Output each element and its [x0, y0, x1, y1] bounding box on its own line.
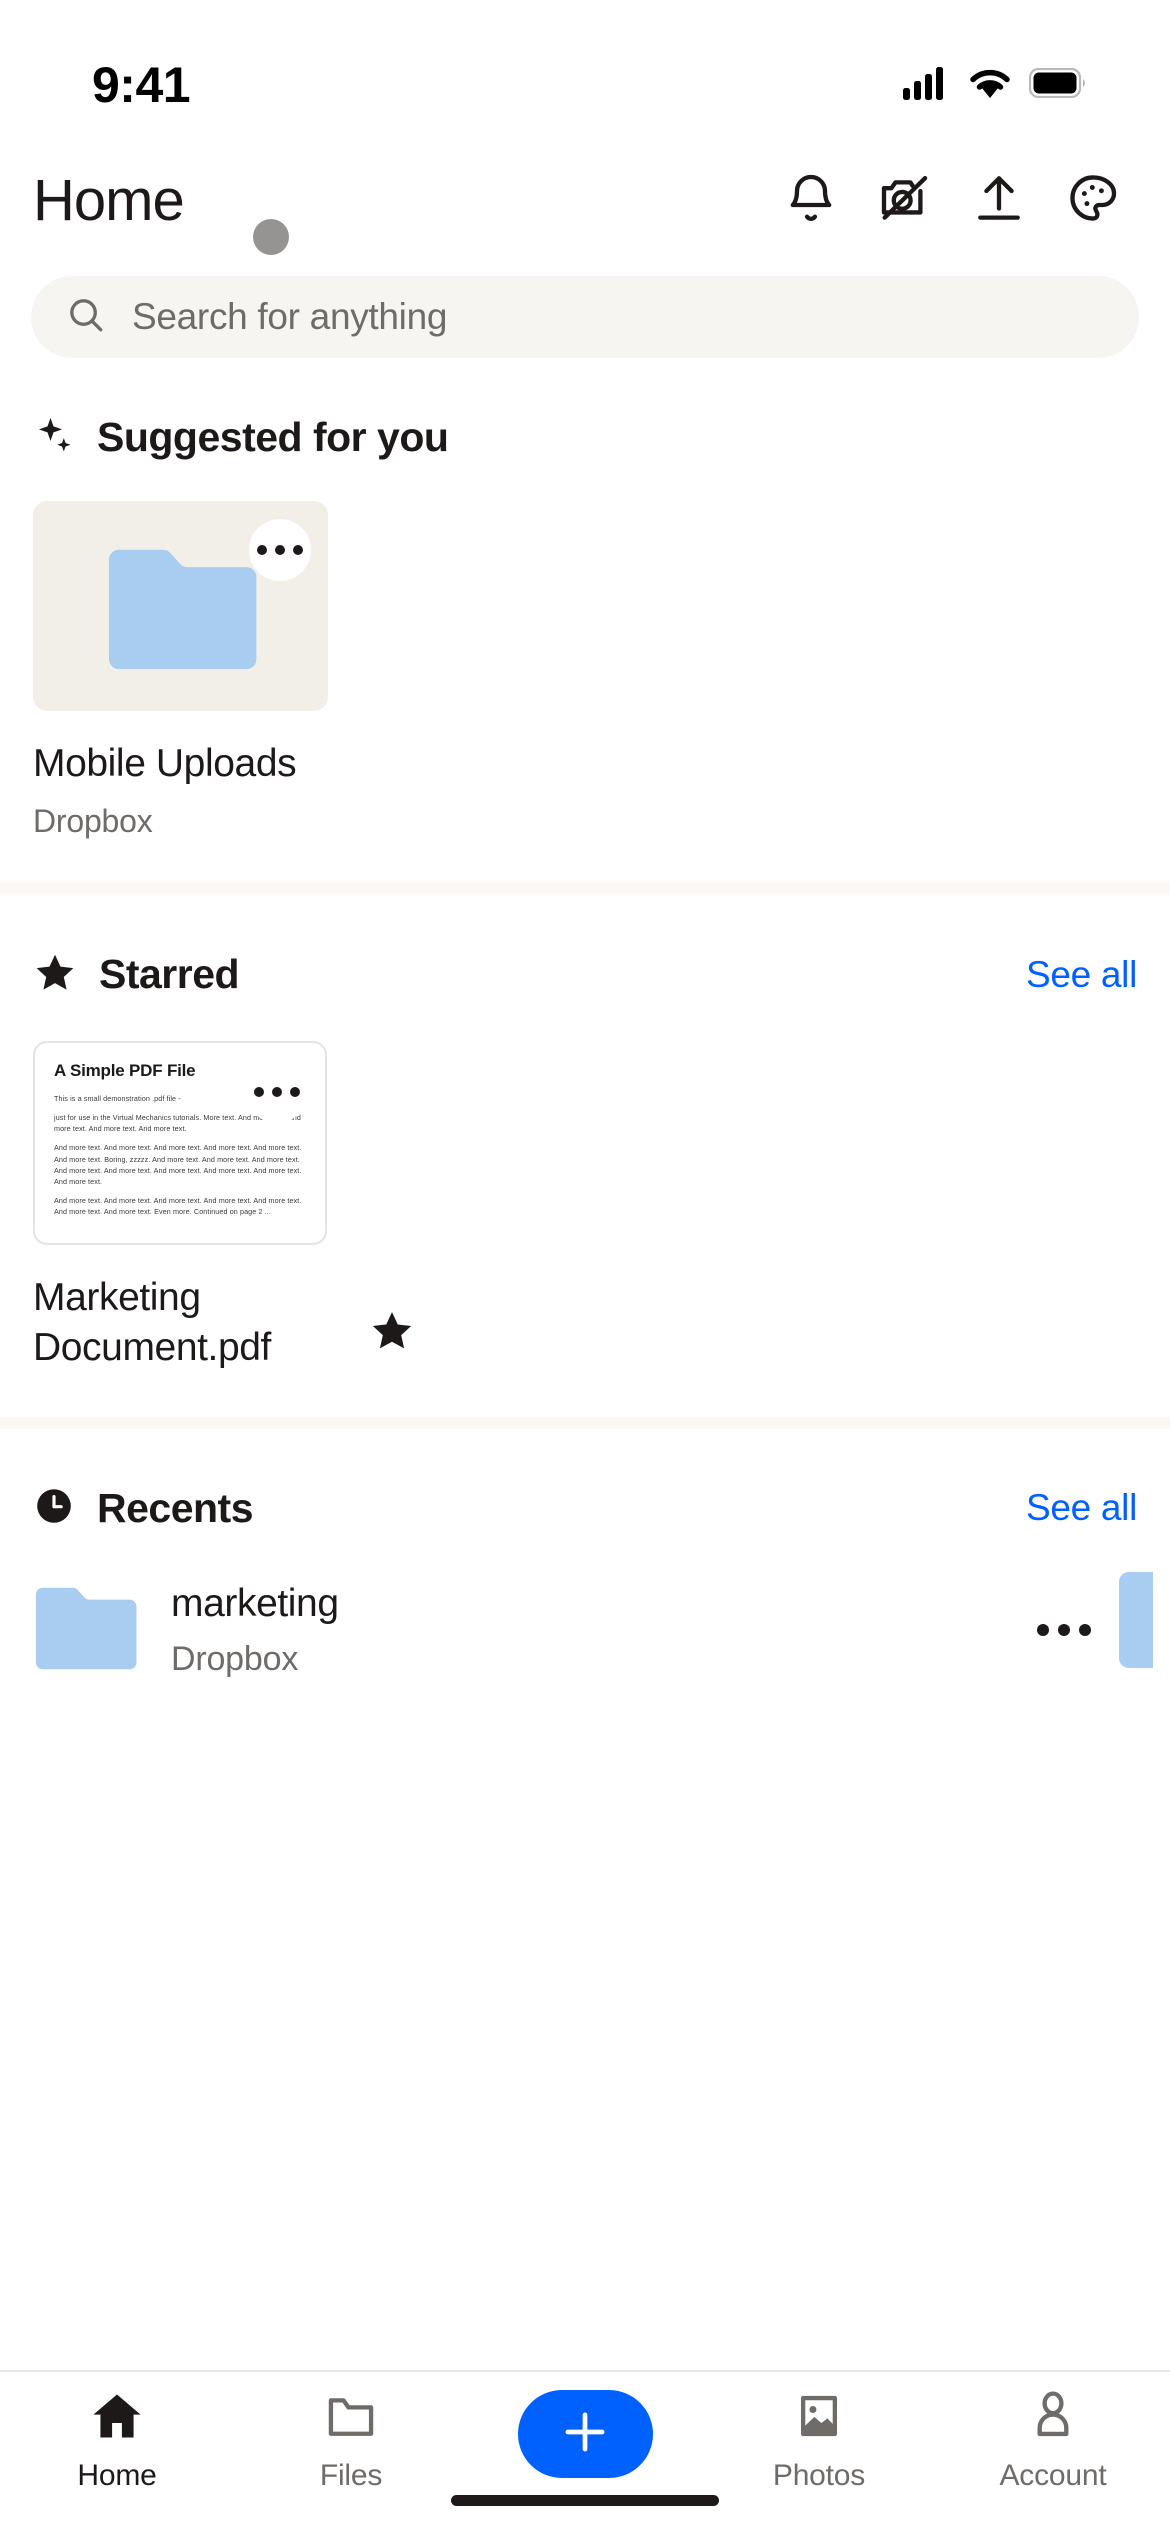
recent-overflow-menu-button[interactable]	[1029, 1595, 1099, 1665]
status-bar-time: 9:41	[92, 57, 191, 113]
starred-card[interactable]: A Simple PDF File This is a small demons…	[33, 1041, 1137, 1373]
overflow-menu-icon	[254, 1087, 264, 1097]
app-header: Home	[0, 152, 1170, 248]
list-item[interactable]: marketing Dropbox	[33, 1566, 1153, 1695]
suggested-items: Mobile Uploads Dropbox	[33, 461, 1137, 882]
home-icon	[89, 2388, 145, 2449]
plus-icon	[558, 2405, 612, 2464]
camera-upload-off-icon	[877, 170, 933, 231]
starred-see-all-link[interactable]: See all	[1026, 954, 1137, 996]
recent-item-source: Dropbox	[171, 1639, 299, 1678]
create-fab[interactable]	[468, 2388, 702, 2488]
starred-header: Starred See all	[33, 894, 1137, 999]
starred-overflow-menu-button[interactable]	[246, 1061, 308, 1123]
header-actions	[780, 169, 1124, 231]
wifi-icon	[968, 66, 1012, 104]
tab-files-label: Files	[319, 2459, 383, 2492]
bottom-tab-bar: Home Files Photos Account	[0, 2370, 1170, 2532]
create-fab-button[interactable]	[517, 2390, 653, 2478]
tab-files[interactable]: Files	[234, 2388, 468, 2493]
tab-photos-label: Photos	[772, 2459, 866, 2492]
clock-icon	[33, 1485, 75, 1532]
suggested-title: Suggested for you	[97, 414, 449, 460]
starred-section: Starred See all A Simple PDF File This i…	[0, 894, 1170, 1417]
folder-icon	[323, 2388, 379, 2449]
overflow-menu-icon	[1079, 1624, 1091, 1637]
suggested-thumbnail[interactable]	[33, 501, 328, 711]
recents-items: marketing Dropbox	[33, 1532, 1153, 1695]
section-divider	[0, 1416, 1170, 1429]
palette-icon	[1065, 170, 1121, 231]
photos-icon	[791, 2388, 847, 2449]
notifications-button[interactable]	[780, 169, 842, 231]
camera-upload-button[interactable]	[874, 169, 936, 231]
status-bar: 9:41	[0, 0, 1170, 152]
pdf-preview-paragraph: And more text. And more text. And more t…	[54, 1196, 302, 1217]
overflow-menu-icon	[1037, 1624, 1049, 1637]
recents-header: Recents See all	[33, 1429, 1137, 1532]
overflow-menu-icon	[1058, 1624, 1070, 1637]
suggested-card[interactable]: Mobile Uploads Dropbox	[33, 501, 1137, 840]
pdf-preview-paragraph: And more text. And more text. And more t…	[54, 1143, 302, 1186]
search-section: Search for anything	[0, 248, 1170, 358]
cellular-signal-icon	[903, 66, 951, 105]
starred-item-name: Marketing Document.pdf	[33, 1276, 271, 1369]
person-icon	[1025, 2388, 1081, 2449]
battery-icon	[1028, 67, 1086, 103]
search-placeholder: Search for anything	[132, 296, 448, 337]
overflow-menu-icon	[275, 545, 285, 555]
suggested-overflow-menu-button[interactable]	[249, 519, 311, 581]
tab-photos[interactable]: Photos	[702, 2388, 936, 2493]
tab-home-label: Home	[77, 2459, 157, 2492]
recent-item-thumbnail	[33, 1585, 171, 1676]
star-filled-icon	[369, 1307, 415, 1358]
upload-icon	[971, 170, 1027, 231]
recents-title: Recents	[97, 1484, 254, 1531]
suggested-item-source: Dropbox	[33, 803, 153, 839]
starred-title: Starred	[99, 951, 240, 997]
overflow-menu-icon	[293, 545, 303, 555]
notifications-icon	[783, 170, 839, 231]
overflow-menu-icon	[290, 1087, 300, 1097]
swipe-action-peek[interactable]	[1119, 1571, 1153, 1668]
search-input[interactable]: Search for anything	[31, 276, 1139, 358]
overflow-menu-icon	[257, 545, 267, 555]
suggested-section: Suggested for you Mobile Uploads Dropbox	[0, 358, 1170, 882]
section-divider	[0, 882, 1170, 894]
starred-items: A Simple PDF File This is a small demons…	[33, 999, 1137, 1417]
home-indicator	[451, 2495, 719, 2506]
theme-button[interactable]	[1062, 169, 1124, 231]
recents-see-all-link[interactable]: See all	[1026, 1487, 1137, 1529]
status-bar-indicators	[903, 66, 1086, 105]
folder-icon	[33, 1585, 137, 1676]
page-title: Home	[33, 167, 185, 233]
starred-thumbnail[interactable]: A Simple PDF File This is a small demons…	[33, 1041, 327, 1245]
suggested-header: Suggested for you	[33, 358, 1137, 461]
star-icon	[33, 950, 77, 999]
search-icon	[65, 294, 107, 341]
suggested-item-name: Mobile Uploads	[33, 742, 297, 785]
folder-icon	[105, 546, 257, 677]
sparkle-icon	[33, 414, 75, 461]
recents-section: Recents See all marketing Dropbox	[0, 1428, 1170, 1695]
tab-account-label: Account	[999, 2459, 1107, 2492]
tab-account[interactable]: Account	[936, 2388, 1170, 2493]
tab-home[interactable]: Home	[0, 2388, 234, 2493]
recent-item-name: marketing	[171, 1581, 339, 1625]
upload-button[interactable]	[968, 169, 1030, 231]
overflow-menu-icon	[272, 1087, 282, 1097]
